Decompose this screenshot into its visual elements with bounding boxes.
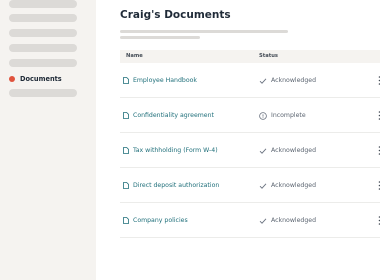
table-row: Direct deposit authorization Acknowledge… — [120, 168, 380, 203]
status-text: Acknowledged — [271, 77, 316, 84]
sidebar: Documents — [0, 0, 96, 280]
main-content: Craig's Documents Name Status Employee H… — [96, 0, 380, 280]
document-link[interactable]: Employee Handbook — [123, 63, 197, 98]
check-icon — [259, 182, 267, 189]
subtitle-placeholder-line — [120, 36, 200, 39]
status-cell: Acknowledged — [259, 168, 316, 203]
sidebar-item-placeholder[interactable] — [9, 0, 77, 8]
document-link[interactable]: Company policies — [123, 203, 188, 238]
check-icon — [259, 147, 267, 154]
status-cell: Incomplete — [259, 98, 306, 133]
active-indicator-dot — [9, 76, 15, 82]
status-text: Acknowledged — [271, 147, 316, 154]
status-text: Incomplete — [271, 112, 306, 119]
status-cell: Acknowledged — [259, 203, 316, 238]
subtitle-placeholder-line — [120, 30, 288, 33]
check-icon — [259, 217, 267, 224]
row-menu-button[interactable] — [374, 133, 380, 168]
document-link[interactable]: Confidentiality agreement — [123, 98, 214, 133]
sidebar-item-placeholder[interactable] — [9, 89, 77, 97]
sidebar-item-placeholder[interactable] — [9, 29, 77, 37]
document-icon — [123, 112, 129, 119]
document-name: Company policies — [133, 217, 188, 224]
status-text: Acknowledged — [271, 217, 316, 224]
document-icon — [123, 217, 129, 224]
info-circle-icon — [259, 111, 267, 120]
documents-table: Name Status Employee Handbook Acknowledg… — [120, 50, 380, 238]
sidebar-item-placeholder[interactable] — [9, 59, 77, 67]
page-title: Craig's Documents — [120, 9, 231, 21]
table-row: Confidentiality agreement Incomplete — [120, 98, 380, 133]
status-cell: Acknowledged — [259, 133, 316, 168]
document-icon — [123, 182, 129, 189]
sidebar-item-placeholder[interactable] — [9, 14, 77, 22]
document-name: Tax withholding (Form W-4) — [133, 147, 218, 154]
document-icon — [123, 77, 129, 84]
document-name: Confidentiality agreement — [133, 112, 214, 119]
document-name: Direct deposit authorization — [133, 182, 220, 189]
sidebar-item-label: Documents — [20, 75, 62, 83]
row-menu-button[interactable] — [374, 203, 380, 238]
status-cell: Acknowledged — [259, 63, 316, 98]
sidebar-item-placeholder[interactable] — [9, 44, 77, 52]
table-row: Employee Handbook Acknowledged — [120, 63, 380, 98]
status-text: Acknowledged — [271, 182, 316, 189]
column-header-status: Status — [259, 53, 278, 59]
table-row: Company policies Acknowledged — [120, 203, 380, 238]
document-link[interactable]: Direct deposit authorization — [123, 168, 219, 203]
row-menu-button[interactable] — [374, 98, 380, 133]
sidebar-item-documents[interactable]: Documents — [9, 73, 62, 85]
column-header-name: Name — [126, 53, 143, 59]
table-header: Name Status — [120, 50, 380, 63]
table-row: Tax withholding (Form W-4) Acknowledged — [120, 133, 380, 168]
row-menu-button[interactable] — [374, 63, 380, 98]
document-name: Employee Handbook — [133, 77, 197, 84]
document-icon — [123, 147, 129, 154]
document-link[interactable]: Tax withholding (Form W-4) — [123, 133, 218, 168]
row-menu-button[interactable] — [374, 168, 380, 203]
check-icon — [259, 77, 267, 84]
